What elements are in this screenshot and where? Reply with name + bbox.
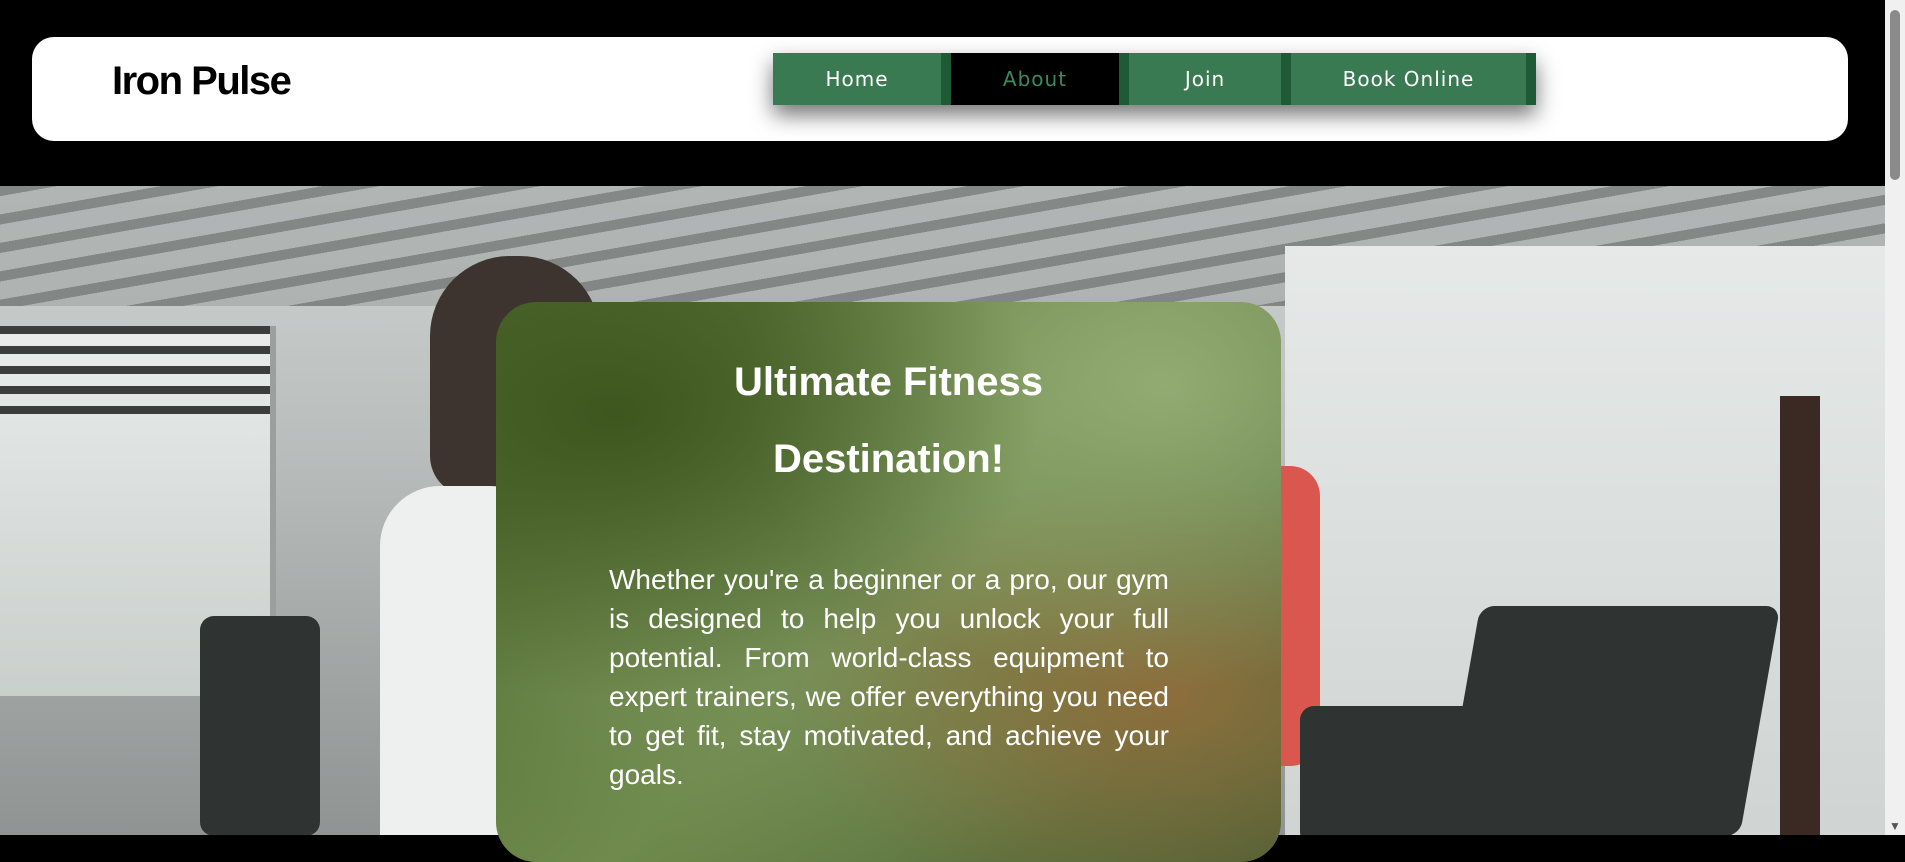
scroll-down-arrow-icon[interactable]: ▼ [1889, 819, 1901, 833]
nav-book-online[interactable]: Book Online [1291, 53, 1526, 105]
site-header: Iron Pulse Home About Join Book Online [32, 37, 1848, 141]
hero-description: Whether you're a beginner or a pro, our … [609, 564, 1169, 790]
page-scrollbar[interactable]: ▼ [1885, 0, 1905, 835]
scrollbar-thumb[interactable] [1890, 10, 1900, 180]
hero-title-line1: Ultimate Fitness [734, 360, 1043, 404]
hero-background-equipment [200, 616, 320, 835]
hero-card: Ultimate Fitness Destination! Whether yo… [496, 302, 1281, 862]
nav-divider [1119, 53, 1129, 105]
nav-join[interactable]: Join [1129, 53, 1281, 105]
hero-background-door [1780, 396, 1820, 835]
hero-background-treadmill [1300, 706, 1500, 835]
hero-title-line2: Destination! [772, 437, 1005, 481]
nav-home[interactable]: Home [773, 53, 941, 105]
hero-title: Ultimate Fitness Destination! [496, 344, 1281, 498]
nav-divider [941, 53, 951, 105]
nav-about[interactable]: About [951, 53, 1119, 105]
main-nav: Home About Join Book Online [773, 53, 1536, 105]
nav-divider [1281, 53, 1291, 105]
site-logo[interactable]: Iron Pulse [112, 59, 292, 104]
hero-background-blinds [0, 326, 270, 416]
